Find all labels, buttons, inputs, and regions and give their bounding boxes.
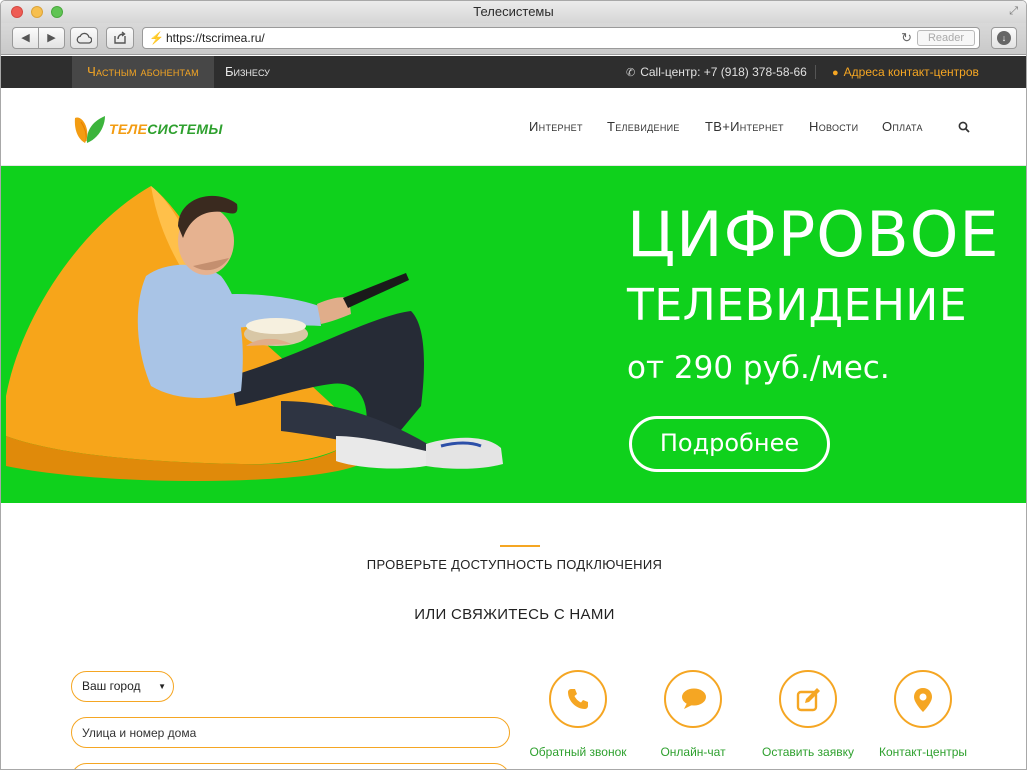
hero-title-line2: ТЕЛЕВИДЕНИЕ: [627, 280, 968, 331]
share-button[interactable]: [106, 27, 134, 49]
search-icon[interactable]: [958, 121, 970, 133]
site-logo[interactable]: ТЕЛЕСИСТЕМЫ: [73, 112, 222, 144]
contact-centers-text: Адреса контакт-центров: [843, 65, 979, 79]
back-button[interactable]: ◀: [12, 27, 39, 49]
availability-title: ПРОВЕРЬТЕ ДОСТУПНОСТЬ ПОДКЛЮЧЕНИЯ: [366, 557, 663, 572]
contact-option-centers[interactable]: Контакт-центры: [858, 670, 988, 765]
logo-leaf-icon: [74, 116, 105, 143]
centers-icon-circle[interactable]: [894, 670, 952, 728]
topbar-divider: [815, 65, 816, 79]
phone-icon: ✆: [626, 67, 636, 79]
cloud-icon: [76, 32, 93, 44]
hero-banner[interactable]: ЦИФРОВОЕ ТЕЛЕВИДЕНИЕ от 290 руб./мес. По…: [1, 166, 1026, 503]
site-topbar: Частным абонентам Бизнесу ✆ Call-центр: +…: [1, 56, 1026, 88]
contact-us-title: ИЛИ СВЯЖИТЕСЬ С НАМИ: [414, 606, 615, 623]
callback-icon-circle[interactable]: [549, 670, 607, 728]
hero-price: от 290 руб./мес.: [627, 350, 890, 386]
url-text[interactable]: https://tscrimea.ru/: [166, 31, 265, 45]
contact-option-chat[interactable]: Онлайн-чат: [628, 670, 758, 765]
callcenter-phone[interactable]: ✆ Call-центр: +7 (918) 378-58-66: [626, 56, 807, 88]
segment-business-tab[interactable]: Бизнесу: [225, 56, 270, 88]
minimize-window-button[interactable]: [31, 6, 43, 18]
logo-text-part2: СИСТЕМЫ: [147, 121, 223, 137]
browser-toolbar: ◀ ▶ ⚡ https://tscrimea.ru/ ↻ Reader ↓: [1, 23, 1026, 55]
dropdown-arrow-icon: ▼: [158, 682, 166, 691]
contact-option-request[interactable]: Оставить заявку: [743, 670, 873, 765]
nav-payment[interactable]: Оплата: [882, 119, 923, 134]
request-icon-circle[interactable]: [779, 670, 837, 728]
downloads-button[interactable]: ↓: [991, 27, 1017, 49]
street-input[interactable]: [71, 717, 510, 748]
logo-text: ТЕЛЕСИСТЕМЫ: [109, 121, 223, 137]
map-pin-icon: ●: [832, 67, 839, 79]
fullscreen-icon[interactable]: ⤢: [1009, 5, 1018, 18]
browser-window: Телесистемы ⤢ ◀ ▶ ⚡ https://tscrimea.ru/…: [0, 0, 1027, 770]
lock-icon: ⚡: [149, 31, 164, 45]
nav-internet[interactable]: Интернет: [529, 119, 583, 134]
chat-icon-circle[interactable]: [664, 670, 722, 728]
chat-icon: [682, 688, 706, 709]
city-select[interactable]: Ваш город ▼: [71, 671, 174, 702]
address-bar[interactable]: ⚡ https://tscrimea.ru/ ↻ Reader: [142, 27, 980, 49]
nav-news[interactable]: Новости: [809, 119, 858, 134]
hero-title-line1: ЦИФРОВОЕ: [627, 198, 1000, 271]
window-title: Телесистемы: [473, 4, 554, 19]
request-label[interactable]: Оставить заявку: [743, 745, 873, 759]
centers-label[interactable]: Контакт-центры: [858, 745, 988, 759]
hero-illustration: [6, 186, 503, 481]
nav-tv[interactable]: Телевидение: [607, 119, 680, 134]
phone-icon: [568, 689, 588, 709]
segment-private-tab[interactable]: Частным абонентам: [72, 56, 214, 88]
forward-button[interactable]: ▶: [38, 27, 65, 49]
reader-button[interactable]: Reader: [917, 30, 975, 46]
icloud-tabs-button[interactable]: [70, 27, 98, 49]
download-icon: ↓: [997, 31, 1011, 45]
contact-centers-link[interactable]: ● Адреса контакт-центров: [832, 56, 979, 88]
nav-tv-internet[interactable]: ТВ+Интернет: [705, 119, 784, 134]
callback-label[interactable]: Обратный звонок: [513, 745, 643, 759]
close-window-button[interactable]: [11, 6, 23, 18]
address-extra-input[interactable]: [71, 763, 510, 769]
section-accent-line: [500, 545, 540, 547]
site-header: ТЕЛЕСИСТЕМЫ Интернет Телевидение ТВ+Инте…: [1, 88, 1026, 166]
map-pin-icon: [914, 688, 932, 712]
chat-label[interactable]: Онлайн-чат: [628, 745, 758, 759]
browser-titlebar: Телесистемы ⤢: [1, 1, 1026, 23]
edit-icon: [796, 688, 820, 712]
hero-details-button[interactable]: Подробнее: [629, 416, 830, 472]
logo-text-part1: ТЕЛЕ: [109, 121, 148, 137]
share-icon: [114, 31, 126, 44]
reload-icon[interactable]: ↻: [901, 30, 912, 46]
callcenter-text: Call-центр: +7 (918) 378-58-66: [640, 65, 807, 79]
contact-option-callback[interactable]: Обратный звонок: [513, 670, 643, 765]
zoom-window-button[interactable]: [51, 6, 63, 18]
city-select-value: Ваш город: [82, 679, 141, 693]
